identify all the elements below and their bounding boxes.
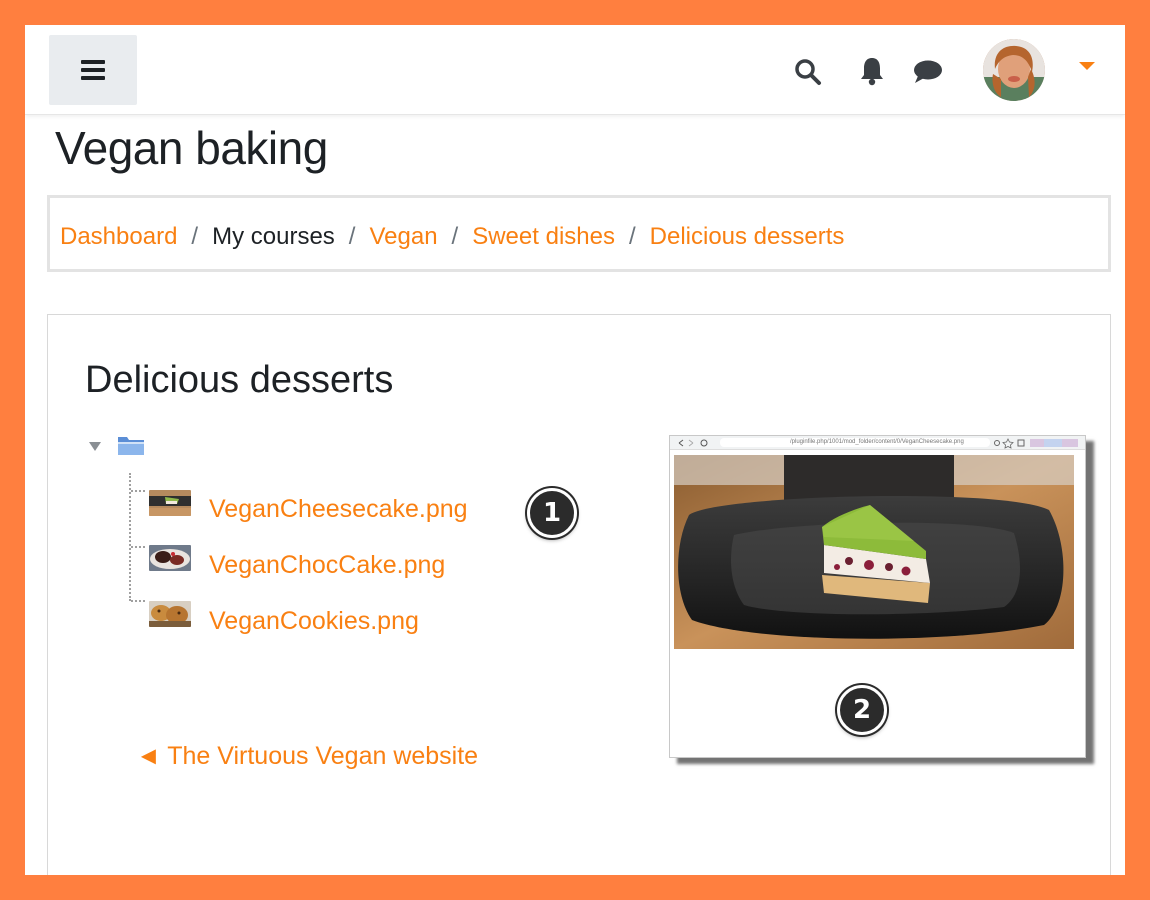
breadcrumb-separator: / xyxy=(451,223,459,250)
user-avatar[interactable] xyxy=(983,39,1045,101)
folder-title: Delicious desserts xyxy=(85,359,394,401)
image-preview-screenshot: /pluginfile.php/1001/mod_folder/content/… xyxy=(669,435,1086,758)
file-link-vegan-cookies[interactable]: VeganCookies.png xyxy=(209,607,419,636)
caret-down-icon[interactable] xyxy=(1079,62,1095,70)
file-link-vegan-choc-cake[interactable]: VeganChocCake.png xyxy=(209,551,445,580)
tree-branch xyxy=(131,600,145,602)
bell-icon[interactable] xyxy=(858,56,886,86)
browser-page: Vegan baking Dashboard / My courses / Vegan /… xyxy=(25,25,1125,875)
avatar-photo xyxy=(983,39,1045,101)
top-navbar xyxy=(25,25,1125,115)
chat-bubble-icon[interactable] xyxy=(912,59,944,85)
breadcrumb-items: Dashboard / My courses / Vegan / Sweet dishes /… xyxy=(60,223,844,251)
callout-badge-1: 1 xyxy=(527,488,577,538)
breadcrumb-dashboard[interactable]: Dashboard xyxy=(60,223,177,250)
choc-cake-thumbnail xyxy=(149,545,191,571)
browser-toolbar-icons xyxy=(994,438,1078,449)
breadcrumb-sweet-dishes[interactable]: Sweet dishes xyxy=(472,223,615,250)
breadcrumb: Dashboard / My courses / Vegan / Sweet dishes /… xyxy=(47,195,1111,272)
cheesecake-photo xyxy=(674,455,1074,649)
page-title: Vegan baking xyxy=(55,122,328,174)
file-link-vegan-cheesecake[interactable]: VeganCheesecake.png xyxy=(209,495,468,524)
callout-badge-2: 2 xyxy=(837,685,887,735)
folder-card: Delicious desserts VeganCheesecake.png V… xyxy=(47,314,1111,875)
hamburger-menu-button[interactable] xyxy=(49,35,137,105)
breadcrumb-separator: / xyxy=(348,223,356,250)
browser-nav-icons xyxy=(678,439,708,447)
hamburger-icon-line xyxy=(81,68,105,72)
virtuous-vegan-website-link[interactable]: ◄ The Virtuous Vegan website xyxy=(136,742,478,771)
search-icon[interactable] xyxy=(794,58,822,86)
tree-branch xyxy=(131,490,145,492)
hamburger-icon xyxy=(81,60,105,64)
tree-branch xyxy=(131,546,145,548)
breadcrumb-separator: / xyxy=(191,223,199,250)
breadcrumb-separator: / xyxy=(628,223,636,250)
breadcrumb-vegan[interactable]: Vegan xyxy=(369,223,437,250)
tree-collapse-icon[interactable] xyxy=(89,442,101,451)
cookies-thumbnail xyxy=(149,601,191,627)
cheesecake-thumbnail xyxy=(149,490,191,516)
preview-browser-toolbar: /pluginfile.php/1001/mod_folder/content/… xyxy=(670,436,1085,450)
breadcrumb-my-courses: My courses xyxy=(212,223,335,250)
breadcrumb-delicious-desserts[interactable]: Delicious desserts xyxy=(650,223,845,250)
hamburger-icon-line xyxy=(81,76,105,80)
tree-line xyxy=(129,473,131,601)
folder-icon xyxy=(118,437,144,455)
preview-url-bar: /pluginfile.php/1001/mod_folder/content/… xyxy=(720,438,990,447)
